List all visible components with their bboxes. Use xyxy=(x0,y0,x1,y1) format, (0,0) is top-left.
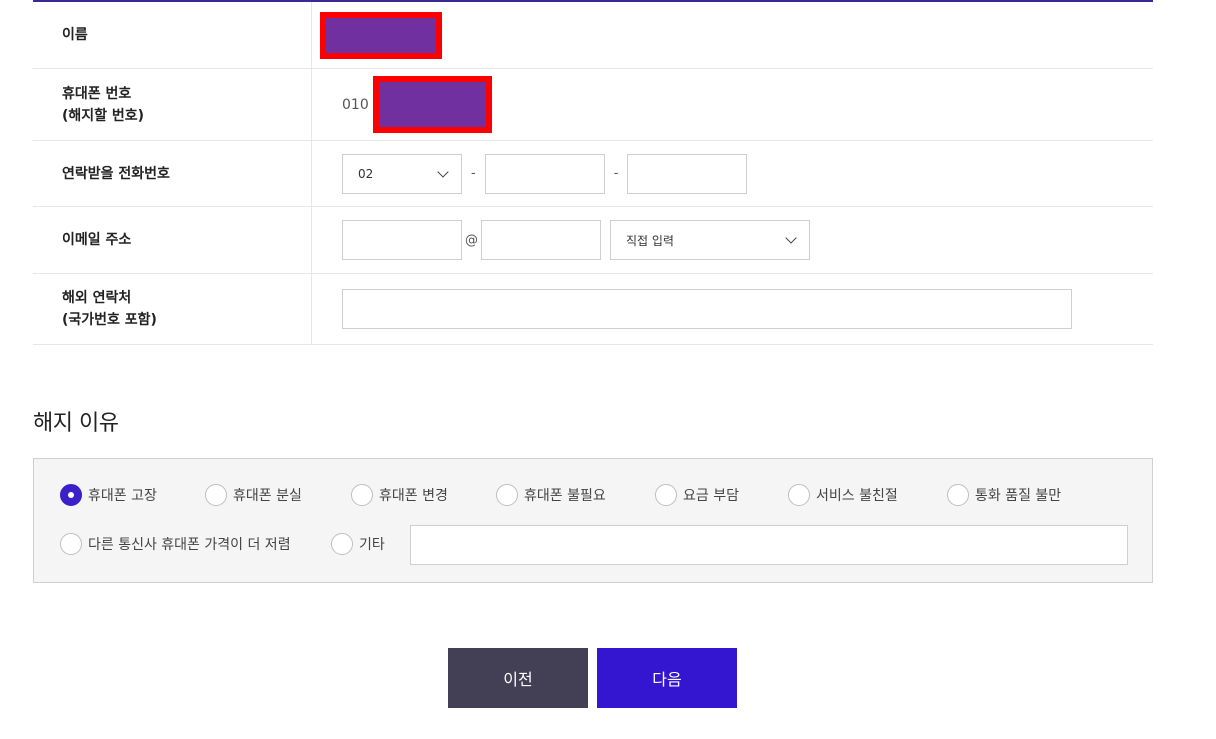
overseas-cell xyxy=(312,274,1153,344)
radio-icon xyxy=(205,484,227,506)
form-row-overseas: 해외 연락처 (국가번호 포함) xyxy=(33,274,1153,345)
prev-button[interactable]: 이전 xyxy=(448,648,588,708)
email-at-sign: @ xyxy=(465,232,478,248)
reason-option-cheaper-carrier[interactable]: 다른 통신사 휴대폰 가격이 더 저렴 xyxy=(60,533,291,555)
phone-label: 휴대폰 번호 (해지할 번호) xyxy=(33,69,312,140)
contact-phone-last-input[interactable] xyxy=(627,153,748,194)
name-value-cell xyxy=(312,2,1153,68)
form-row-contact-phone: 연락받을 전화번호 02 - - xyxy=(33,141,1153,207)
form-row-name: 이름 xyxy=(33,2,1153,69)
email-domain-input[interactable] xyxy=(481,220,601,260)
radio-icon xyxy=(496,484,518,506)
form-row-email: 이메일 주소 @ 직접 입력 xyxy=(33,207,1153,274)
email-id-input[interactable] xyxy=(342,220,462,260)
radio-icon xyxy=(60,484,82,506)
reason-option-change[interactable]: 휴대폰 변경 xyxy=(351,484,448,506)
reason-option-lost[interactable]: 휴대폰 분실 xyxy=(205,484,302,506)
phone-redacted-value xyxy=(372,76,492,133)
radio-icon xyxy=(60,533,82,555)
chevron-down-icon xyxy=(785,232,797,244)
name-label: 이름 xyxy=(33,2,312,68)
email-label: 이메일 주소 xyxy=(33,207,312,273)
reason-option-broken[interactable]: 휴대폰 고장 xyxy=(60,484,157,506)
contact-phone-label: 연락받을 전화번호 xyxy=(33,141,312,206)
radio-icon xyxy=(947,484,969,506)
other-reason-input[interactable] xyxy=(410,525,1128,565)
reason-option-unneeded[interactable]: 휴대폰 불필요 xyxy=(496,484,606,506)
chevron-down-icon xyxy=(437,165,449,178)
contact-phone-middle-input[interactable] xyxy=(484,153,605,194)
overseas-contact-input[interactable] xyxy=(342,289,1072,329)
radio-icon xyxy=(331,533,353,555)
cancel-reason-title: 해지 이유 xyxy=(33,411,119,436)
overseas-label: 해외 연락처 (국가번호 포함) xyxy=(33,274,312,344)
email-cell: @ 직접 입력 xyxy=(312,207,1153,273)
cancel-reason-box: 휴대폰 고장 휴대폰 분실 휴대폰 변경 휴대폰 불필요 요금 부담 서비스 불… xyxy=(33,458,1153,583)
phone-prefix: 010 xyxy=(342,96,369,113)
reason-option-call-quality[interactable]: 통화 품질 불만 xyxy=(947,484,1061,506)
radio-icon xyxy=(788,484,810,506)
phone-value-cell: 010 xyxy=(312,69,1153,140)
email-domain-select[interactable]: 직접 입력 xyxy=(610,220,810,260)
next-button[interactable]: 다음 xyxy=(597,648,737,708)
reason-option-other[interactable]: 기타 xyxy=(331,533,385,555)
contact-phone-cell: 02 - - xyxy=(312,141,1153,206)
radio-icon xyxy=(655,484,677,506)
radio-icon xyxy=(351,484,373,506)
form-row-phone: 휴대폰 번호 (해지할 번호) 010 xyxy=(33,69,1153,141)
name-redacted-value xyxy=(320,11,442,59)
reason-option-unkind-service[interactable]: 서비스 불친절 xyxy=(788,484,898,506)
reason-option-cost[interactable]: 요금 부담 xyxy=(655,484,739,506)
contact-form-table: 이름 휴대폰 번호 (해지할 번호) 010 연락받을 전화번호 02 - - … xyxy=(33,0,1153,345)
area-code-select[interactable]: 02 xyxy=(342,153,462,194)
